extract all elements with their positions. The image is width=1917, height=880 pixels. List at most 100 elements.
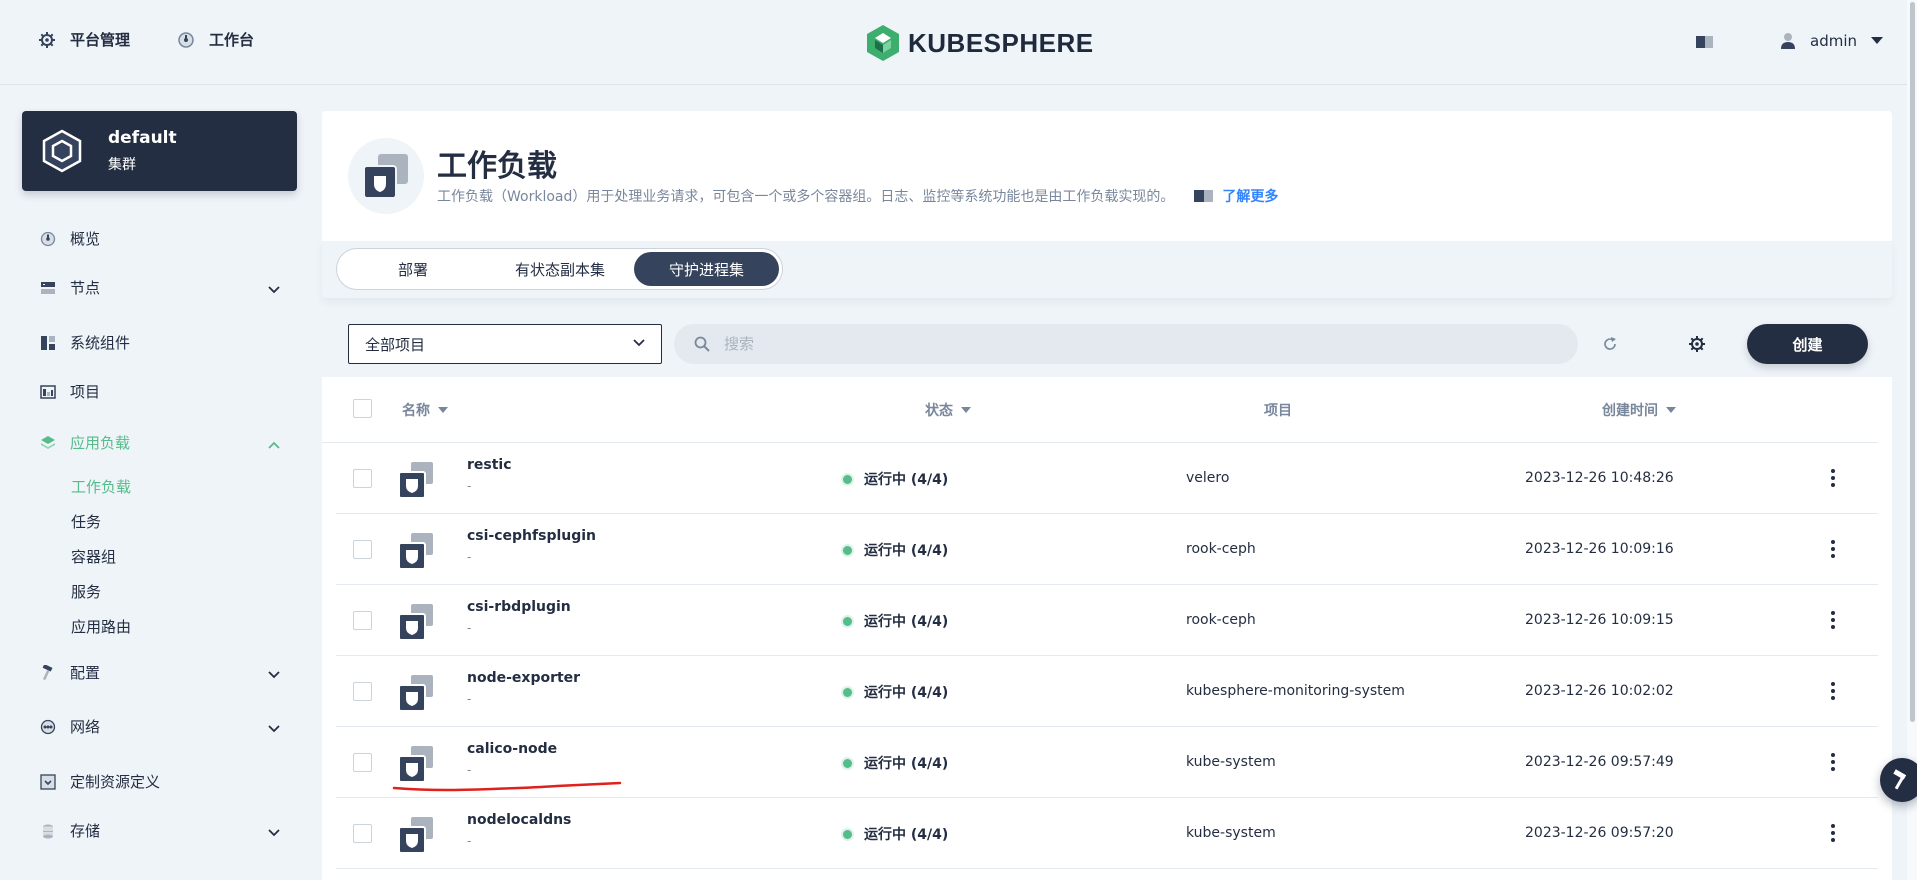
table-row[interactable]: node-exporter - 运行中 (4/4) kubesphere-monito… [336,656,1878,727]
sidebar-item-network[interactable]: 网络 [40,716,280,737]
table-row[interactable]: restic - 运行中 (4/4) velero 2023-12-26 10:48:2… [336,443,1878,514]
sidebar-item-label: 配置 [70,664,101,682]
docs-toggle-button[interactable] [1696,34,1714,53]
sidebar-subitem-services[interactable]: 服务 [71,581,101,602]
column-status[interactable]: 状态 [925,400,971,420]
cluster-icon [42,129,82,173]
workload-name[interactable]: node-exporter [467,670,580,686]
network-icon [40,719,56,735]
project-select[interactable]: 全部项目 [348,324,662,364]
sidebar-item-overview[interactable]: 概览 [40,228,280,249]
chevron-down-icon [633,339,645,347]
status-cell: 运行中 (4/4) [843,540,948,560]
scrollbar-thumb[interactable] [1910,2,1915,722]
daemonset-icon [395,602,437,644]
tab-deployments[interactable]: 部署 [340,252,486,286]
sidebar-item-storage[interactable]: 存储 [40,820,280,841]
created-time-cell: 2023-12-26 10:09:15 [1525,612,1674,628]
row-checkbox[interactable] [353,753,372,772]
sidebar-item-nodes[interactable]: 节点 [40,277,280,298]
more-actions-button[interactable] [1823,749,1843,775]
tab-statefulsets[interactable]: 有状态副本集 [486,252,634,286]
book-icon [1194,190,1214,202]
row-checkbox[interactable] [353,682,372,701]
more-dot [1831,547,1835,551]
sidebar-item-system-components[interactable]: 系统组件 [40,332,280,353]
refresh-button[interactable] [1596,330,1624,358]
daemonset-icon [395,460,437,502]
more-actions-button[interactable] [1823,465,1843,491]
row-checkbox[interactable] [353,469,372,488]
cluster-card[interactable]: default 集群 [22,111,297,191]
cluster-name: default [108,128,177,148]
more-dots-icon [1831,469,1835,473]
workload-header-icon [348,138,424,214]
search-box[interactable] [674,324,1578,364]
workload-name[interactable]: calico-node [467,741,557,757]
more-dot [1831,625,1835,629]
platform-management-link[interactable]: 平台管理 [38,29,130,50]
row-checkbox[interactable] [353,540,372,559]
sidebar-item-crds[interactable]: 定制资源定义 [40,771,280,792]
status-text: 运行中 (4/4) [864,827,949,843]
workbench-link[interactable]: 工作台 [177,29,254,50]
status-text: 运行中 (4/4) [864,685,949,701]
row-checkbox[interactable] [353,611,372,630]
status-running-icon [843,616,852,626]
more-dots-icon [1831,753,1835,757]
toolbox-button[interactable] [1880,758,1917,802]
table-row[interactable]: nodelocaldns - 运行中 (4/4) kube-system 2023-12… [336,798,1878,869]
kubesphere-logo[interactable]: KUBESPHERE [866,24,1094,62]
sidebar-item-label: 网络 [70,718,101,736]
workload-description: - [467,763,472,777]
more-dot [1831,618,1835,622]
workbench-label: 工作台 [209,31,255,49]
workload-name[interactable]: csi-rbdplugin [467,599,571,615]
column-project-label: 项目 [1264,403,1292,419]
hammer-icon [40,663,56,681]
workload-name[interactable]: restic [467,457,512,473]
sidebar-subitem-ingresses[interactable]: 应用路由 [71,616,131,637]
sidebar-item-label: 概览 [70,230,101,248]
learn-more-label: 了解更多 [1222,189,1279,205]
user-name: admin [1810,32,1857,50]
workload-name[interactable]: csi-cephfsplugin [467,528,596,544]
more-dot [1831,476,1835,480]
more-actions-button[interactable] [1823,678,1843,704]
learn-more-link[interactable]: 了解更多 [1194,186,1278,206]
more-actions-button[interactable] [1823,820,1843,846]
tab-daemonsets[interactable]: 守护进程集 [634,252,779,286]
more-actions-button[interactable] [1823,536,1843,562]
column-created-label: 创建时间 [1602,403,1658,419]
project-cell: rook-ceph [1186,612,1256,628]
table-row[interactable]: csi-cephfsplugin - 运行中 (4/4) rook-ceph 2023-… [336,514,1878,585]
sidebar-subitem-pods[interactable]: 容器组 [71,546,116,567]
tab-bar: 部署 有状态副本集 守护进程集 [322,241,1892,298]
page-scrollbar[interactable] [1907,0,1917,880]
gear-icon [1689,336,1705,352]
row-checkbox[interactable] [353,824,372,843]
more-dot [1831,760,1835,764]
settings-button[interactable] [1683,330,1711,358]
workload-name[interactable]: nodelocaldns [467,812,571,828]
sidebar-subitem-jobs[interactable]: 任务 [71,511,101,532]
search-input[interactable] [724,335,1524,353]
chevron-down-icon [268,671,280,679]
create-button[interactable]: 创建 [1747,324,1868,364]
column-created[interactable]: 创建时间 [1602,400,1676,420]
column-name[interactable]: 名称 [402,400,448,420]
sidebar-item-app-workloads[interactable]: 应用负载 [40,432,280,453]
sidebar-item-projects[interactable]: 项目 [40,381,280,402]
column-status-label: 状态 [925,403,953,419]
sidebar-subitem-workloads[interactable]: 工作负载 [71,476,131,497]
daemonset-icon [395,673,437,715]
crd-icon [40,773,56,790]
more-dot [1831,696,1835,700]
more-actions-button[interactable] [1823,607,1843,633]
table-row[interactable]: csi-rbdplugin - 运行中 (4/4) rook-ceph 2023-12-… [336,585,1878,656]
select-all-checkbox[interactable] [353,399,372,418]
sidebar-item-configuration[interactable]: 配置 [40,662,280,683]
status-text: 运行中 (4/4) [864,614,949,630]
user-menu[interactable]: admin [1780,32,1883,50]
sidebar-item-label: 项目 [70,383,101,401]
